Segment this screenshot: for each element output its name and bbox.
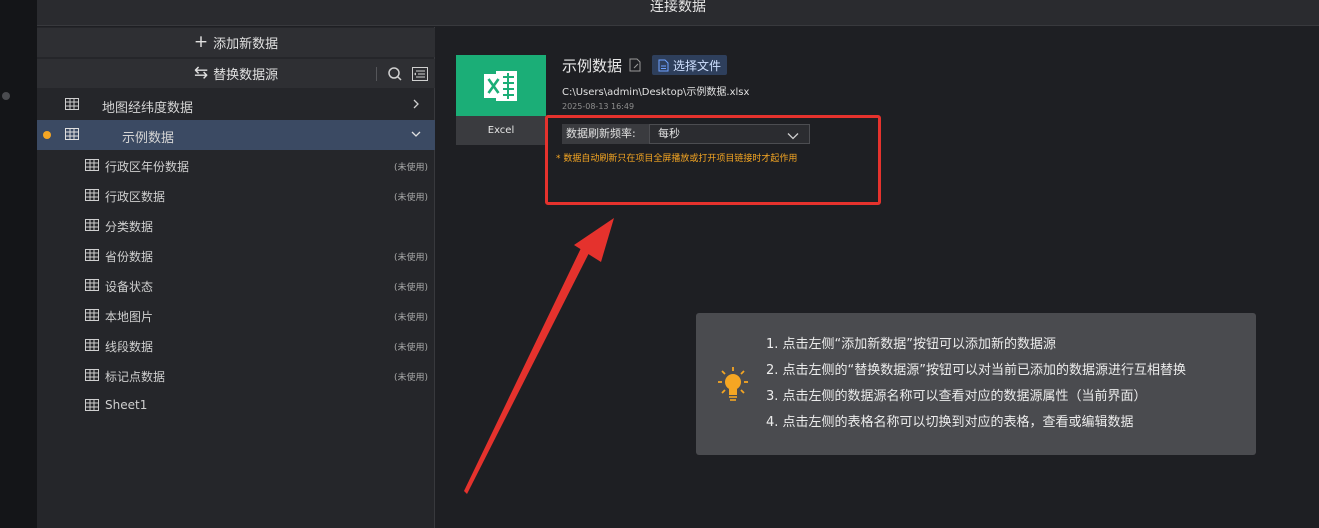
sheet-row[interactable]: 线段数据 (未使用) [37,330,435,360]
table-icon [85,159,99,174]
sheet-row[interactable]: Sheet1 [37,390,435,420]
add-data-button[interactable]: + 添加新数据 [37,28,435,57]
tips-panel: 1. 点击左侧“添加新数据”按钮可以添加新的数据源 2. 点击左侧的“替换数据源… [696,313,1256,455]
highlight-box [545,115,881,205]
sheet-row[interactable]: 本地图片 (未使用) [37,300,435,330]
table-icon [85,189,99,204]
sheet-status-badge: (未使用) [393,163,428,173]
sheet-status-badge: (未使用) [393,283,428,293]
sheet-name: 标记点数据 [105,370,166,384]
lightbulb-icon [714,365,752,411]
data-source-title: 示例数据 [562,57,623,75]
table-icon [65,98,79,114]
divider [376,66,377,81]
sheet-name: 行政区年份数据 [105,160,190,174]
sheet-name: 分类数据 [105,220,154,234]
tip-item: 3. 点击左侧的数据源名称可以查看对应的数据源属性（当前界面） [766,389,1147,404]
sheet-name: Sheet1 [105,398,148,412]
table-icon [85,369,99,384]
sheet-row[interactable]: 标记点数据 (未使用) [37,360,435,390]
sheet-name: 设备状态 [105,280,154,294]
switch-source-button[interactable]: ⇆ 替换数据源 [37,59,435,88]
window-title: 连接数据 [650,0,706,15]
data-source-sidebar: + 添加新数据 ⇆ 替换数据源 地图经纬度数据 示例数据 行政区年份数据 (未使… [37,27,435,528]
sheet-name: 本地图片 [105,310,154,324]
sheet-list: 行政区年份数据 (未使用) 行政区数据 (未使用) 分类数据省份数据 (未使用) 设备状态 (… [37,150,435,420]
chevron-right-icon[interactable] [409,97,423,111]
file-type-label: Excel [456,116,546,145]
collapse-list-icon[interactable] [410,64,430,84]
add-data-label: 添加新数据 [213,37,279,52]
table-icon [65,128,79,144]
excel-icon [456,55,546,116]
table-icon [85,309,99,324]
search-icon[interactable] [385,64,405,84]
tip-item: 1. 点击左侧“添加新数据”按钮可以添加新的数据源 [766,337,1057,352]
sheet-name: 省份数据 [105,250,154,264]
sheet-status-badge: (未使用) [393,193,428,203]
source-row-sample-data[interactable]: 示例数据 [37,120,435,150]
chevron-down-icon[interactable] [409,127,423,141]
sheet-status-badge: (未使用) [393,373,428,383]
choose-file-button[interactable]: 选择文件 [652,55,728,75]
table-icon [85,279,99,294]
sheet-name: 线段数据 [105,340,154,354]
active-source-dot [43,131,51,139]
source-name: 地图经纬度数据 [102,101,194,116]
sheet-row[interactable]: 分类数据 [37,210,435,240]
swap-icon: ⇆ [193,63,209,83]
sheet-row[interactable]: 设备状态 (未使用) [37,270,435,300]
tips-list: 1. 点击左侧“添加新数据”按钮可以添加新的数据源 2. 点击左侧的“替换数据源… [766,336,1186,440]
strip-indicator-icon[interactable] [2,92,10,100]
sheet-status-badge: (未使用) [393,253,428,263]
source-name: 示例数据 [122,131,175,146]
data-source-tree: 地图经纬度数据 示例数据 行政区年份数据 (未使用) 行政区数据 (未使用) 分类数据省… [37,90,435,420]
switch-source-label: 替换数据源 [213,68,279,83]
sheet-status-badge: (未使用) [393,343,428,353]
table-icon [85,249,99,264]
file-icon [658,59,669,71]
tip-item: 2. 点击左侧的“替换数据源”按钮可以对当前已添加的数据源进行互相替换 [766,363,1187,378]
sheet-row[interactable]: 行政区数据 (未使用) [37,180,435,210]
left-toolbar-strip [0,0,37,528]
sheet-row[interactable]: 行政区年份数据 (未使用) [37,150,435,180]
sidebar-tools [376,59,435,88]
sheet-name: 行政区数据 [105,190,166,204]
table-icon [85,339,99,354]
tip-item: 4. 点击左侧的表格名称可以切换到对应的表格，查看或编辑数据 [766,415,1134,430]
table-icon [85,399,99,414]
title-bar: 连接数据 [37,0,1319,26]
sheet-row[interactable]: 省份数据 (未使用) [37,240,435,270]
file-path: C:\Users\admin\Desktop\示例数据.xlsx [562,87,750,98]
plus-icon: + [193,32,209,52]
excel-file-tile: Excel [456,55,546,145]
sheet-status-badge: (未使用) [393,313,428,323]
edit-icon[interactable] [629,57,641,76]
app-root: 连接数据 + 添加新数据 ⇆ 替换数据源 地图经纬度数据 示例数据 行政区年份数… [0,0,1319,528]
source-row-map-coords[interactable]: 地图经纬度数据 [37,90,435,120]
file-date: 2025-08-13 16:49 [562,102,635,111]
choose-file-label: 选择文件 [673,58,722,73]
table-icon [85,219,99,234]
